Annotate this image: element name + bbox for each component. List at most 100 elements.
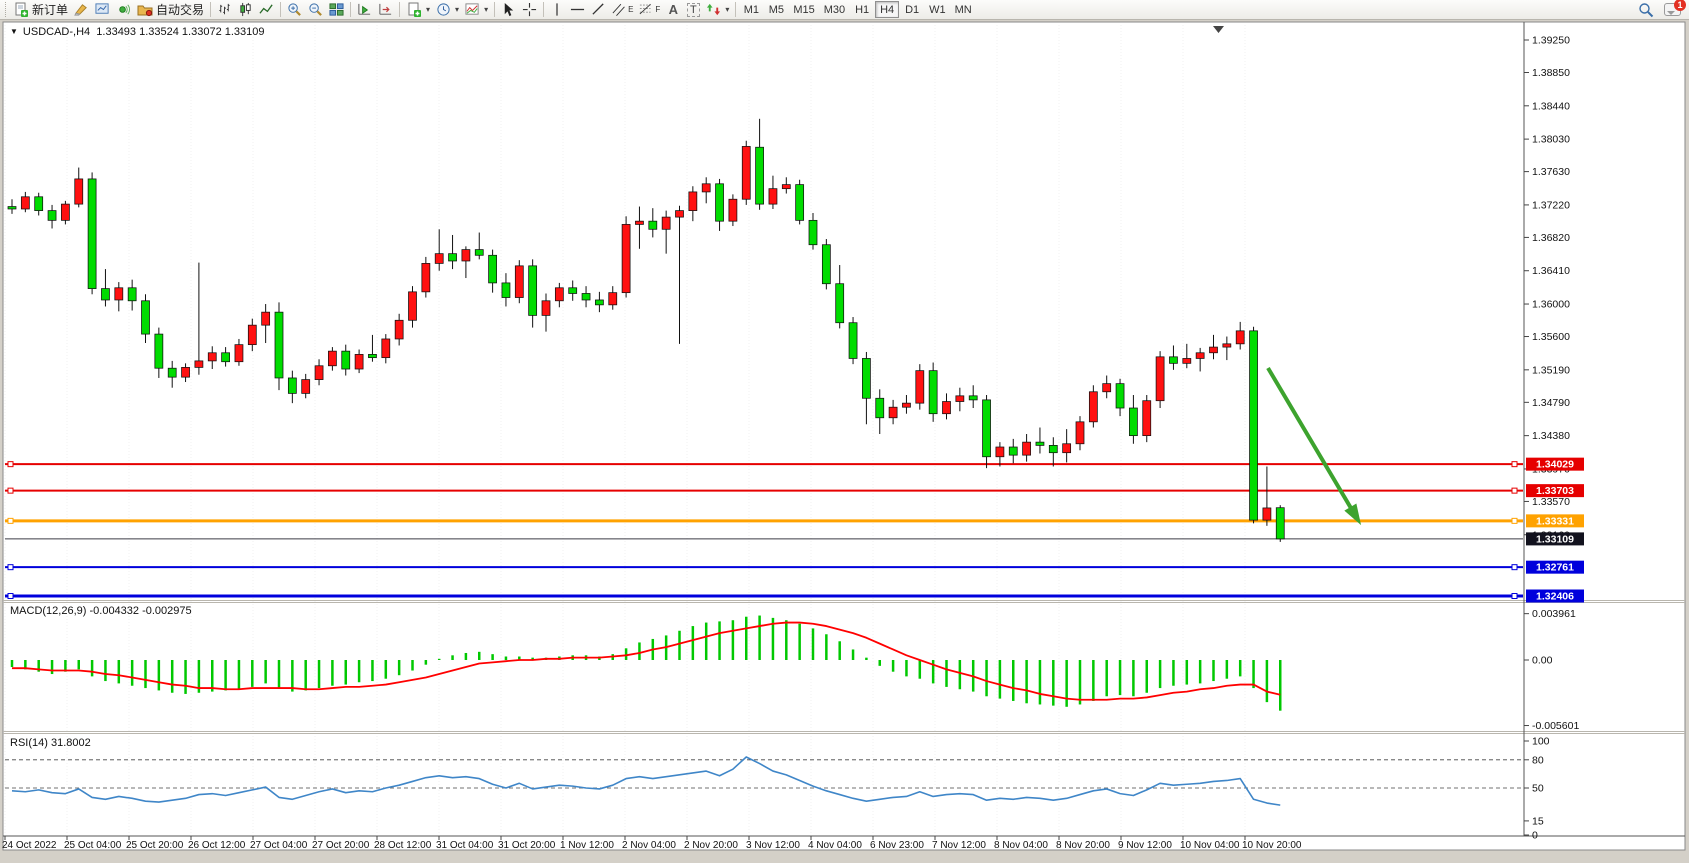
tile-windows-button[interactable] (326, 1, 347, 19)
arrows-tool-dropdown[interactable]: ▾ (703, 1, 732, 19)
notifications-icon[interactable]: 1 (1664, 3, 1681, 16)
text-label-tool[interactable]: T (683, 1, 703, 19)
timeframe-m15[interactable]: M15 (789, 1, 818, 18)
rsi-tick-label: 100 (1532, 736, 1550, 748)
toolbar-grip (5, 2, 8, 17)
zoom-in-button[interactable] (284, 1, 305, 19)
price-tick-label: 1.35600 (1532, 331, 1570, 343)
horizontal-line-icon (570, 2, 585, 17)
line-handle[interactable] (8, 462, 13, 467)
candle-up (235, 345, 243, 362)
timeframe-d1[interactable]: D1 (900, 1, 924, 18)
chart-profile-icon (95, 2, 110, 17)
marker-button[interactable] (71, 1, 92, 19)
auto-trading-button[interactable]: 自动交易 (134, 1, 207, 19)
price-tick-label: 1.36820 (1532, 232, 1570, 244)
toolbar-separator (350, 2, 351, 17)
crosshair-tool-button[interactable] (519, 1, 540, 19)
toolbar-separator (543, 2, 544, 17)
new-chart-dropdown[interactable]: ▾ (403, 1, 433, 19)
candle-up (395, 320, 403, 339)
candle-down (288, 378, 296, 393)
arrows-icon (706, 2, 721, 17)
price-tick-label: 1.39250 (1532, 35, 1570, 47)
candle-up (729, 199, 737, 221)
candle-down (569, 288, 577, 294)
chevron-down-icon[interactable]: ▼ (10, 27, 18, 36)
macd-values: -0.004332 -0.002975 (89, 605, 191, 617)
zoom-out-button[interactable] (305, 1, 326, 19)
rsi-tick-label: 80 (1532, 754, 1544, 766)
macd-indicator-label: MACD(12,26,9) -0.004332 -0.002975 (10, 605, 192, 617)
bar-chart-icon (217, 2, 232, 17)
candle-down (876, 398, 884, 417)
timeframe-h1[interactable]: H1 (850, 1, 874, 18)
candle-up (1156, 357, 1164, 401)
cursor-tool-button[interactable] (498, 1, 519, 19)
equidistant-channel-tool[interactable]: E (609, 1, 636, 19)
candle-up (208, 353, 216, 361)
line-handle[interactable] (1512, 594, 1517, 599)
chevron-down-icon: ▾ (426, 5, 430, 14)
chart-profile-button[interactable] (92, 1, 113, 19)
period-dropdown[interactable]: ▾ (433, 1, 462, 19)
search-icon[interactable] (1638, 2, 1654, 18)
line-handle[interactable] (1512, 462, 1517, 467)
timeframe-m30[interactable]: M30 (820, 1, 849, 18)
price-badge-label: 1.32761 (1536, 562, 1574, 574)
chart-shift-button[interactable] (375, 1, 396, 19)
signal-button[interactable] (113, 1, 134, 19)
line-handle[interactable] (1512, 518, 1517, 523)
bar-chart-button[interactable] (214, 1, 235, 19)
horizontal-line-tool[interactable] (567, 1, 588, 19)
signal-icon (116, 2, 131, 17)
crosshair-icon (522, 2, 537, 17)
rsi-value: 31.8002 (51, 737, 91, 749)
new-order-button[interactable]: 新订单 (10, 1, 71, 19)
auto-scroll-button[interactable] (354, 1, 375, 19)
candle-up (1183, 358, 1191, 363)
candle-up (622, 224, 630, 292)
candle-up (1263, 508, 1271, 520)
new-chart-icon (406, 2, 422, 18)
chart-canvas[interactable]: 1.392501.388501.384401.380301.376301.372… (0, 21, 1689, 851)
indicators-dropdown[interactable]: ▾ (462, 1, 491, 19)
candle-down (969, 396, 977, 400)
timeframe-h4[interactable]: H4 (875, 1, 899, 18)
chevron-down-icon: ▾ (725, 5, 729, 14)
candle-down (48, 211, 56, 221)
auto-trading-label: 自动交易 (156, 1, 204, 18)
candlestick-chart-button[interactable] (235, 1, 256, 19)
text-tool[interactable]: A (663, 1, 683, 19)
toolbar: 新订单 自动交易 ▾ ▾ (0, 0, 1689, 20)
time-tick-label: 2 Nov 04:00 (622, 840, 676, 851)
marker-icon (74, 2, 89, 17)
vertical-line-tool[interactable] (547, 1, 567, 19)
candle-up (916, 371, 924, 403)
chart-header: ▼USDCAD-,H4 1.33493 1.33524 1.33072 1.33… (10, 26, 265, 38)
candle-up (555, 288, 563, 301)
timeframe-w1[interactable]: W1 (925, 1, 950, 18)
indicators-icon (465, 2, 480, 17)
line-handle[interactable] (8, 594, 13, 599)
line-handle[interactable] (1512, 488, 1517, 493)
fibonacci-tool[interactable]: F (636, 1, 663, 19)
timeframe-m5[interactable]: M5 (764, 1, 788, 18)
time-tick-label: 28 Oct 12:00 (374, 840, 432, 851)
candle-down (128, 288, 136, 301)
line-handle[interactable] (8, 518, 13, 523)
rsi-indicator-label: RSI(14) 31.8002 (10, 737, 91, 749)
trendline-tool[interactable] (588, 1, 609, 19)
new-order-label: 新订单 (32, 1, 68, 18)
line-handle[interactable] (8, 488, 13, 493)
candle-down (275, 312, 283, 378)
candle-down (809, 220, 817, 244)
timeframe-mn[interactable]: MN (951, 1, 976, 18)
timeframe-m1[interactable]: M1 (739, 1, 763, 18)
zoom-out-icon (308, 2, 323, 17)
line-handle[interactable] (1512, 565, 1517, 570)
line-handle[interactable] (8, 565, 13, 570)
candle-up (1143, 401, 1151, 436)
line-chart-button[interactable] (256, 1, 277, 19)
candle-up (1103, 384, 1111, 392)
